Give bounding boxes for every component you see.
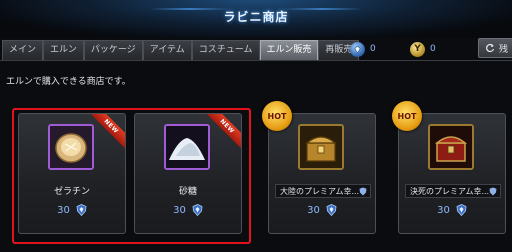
shop-item-card[interactable]: 決死のプレミアム幸... 30: [398, 113, 506, 234]
shop-tabs: メイン エルン パッケージ アイテム コスチューム エルン販売 再販売: [2, 40, 360, 60]
shop-description: エルンで購入できる商店です。: [6, 77, 131, 87]
currency-gold-value: 0: [430, 44, 436, 54]
item-price: 30: [399, 204, 505, 216]
window-title: ラビニ商店: [223, 10, 289, 24]
new-badge: NEW: [207, 114, 241, 148]
item-name: 決死のプレミアム幸...: [410, 186, 490, 196]
currency-gold: Y 0: [410, 40, 436, 58]
tab-item[interactable]: アイテム: [142, 40, 192, 60]
blue-gem-icon: [76, 204, 87, 216]
price-value: 30: [57, 204, 70, 216]
item-price: 30: [19, 204, 125, 216]
item-name-bar: 決死のプレミアム幸...: [405, 184, 501, 198]
shield-icon: [489, 187, 497, 196]
blue-gem-icon: [456, 204, 467, 216]
gold-treasure-chest-icon: [298, 124, 344, 170]
item-name: ゼラチン: [53, 187, 90, 197]
currency-blue: 0: [350, 40, 376, 58]
shop-item-card[interactable]: 大陸のプレミアム幸... 30: [268, 113, 376, 234]
hot-badge: HOT: [262, 101, 292, 131]
blue-gem-icon: [350, 41, 365, 57]
refresh-label: 残: [499, 44, 509, 55]
tab-main[interactable]: メイン: [2, 40, 44, 60]
tab-ern-sale[interactable]: エルン販売: [259, 40, 319, 60]
sugar-pile-icon: [164, 124, 210, 170]
title-ornament-right: [282, 8, 362, 10]
shop-item-card[interactable]: NEW 砂糖 30: [134, 113, 242, 234]
currency-blue-value: 0: [370, 44, 376, 54]
hot-badge: HOT: [392, 101, 422, 131]
tab-package[interactable]: パッケージ: [83, 40, 143, 60]
price-value: 30: [437, 204, 450, 216]
item-name: 砂糖: [178, 187, 197, 197]
item-price: 30: [269, 204, 375, 216]
shield-icon: [359, 187, 367, 196]
price-value: 30: [307, 204, 320, 216]
refresh-button[interactable]: 残: [478, 38, 512, 58]
gelatin-plate-icon: [48, 124, 94, 170]
new-badge: NEW: [91, 114, 125, 148]
price-value: 30: [173, 204, 186, 216]
blue-gem-icon: [192, 204, 203, 216]
refresh-icon: [486, 43, 495, 53]
item-name-bar: 大陸のプレミアム幸...: [275, 184, 371, 198]
title-bar: ラビニ商店: [0, 0, 512, 38]
item-price: 30: [135, 204, 241, 216]
gold-coin-icon: Y: [410, 41, 425, 57]
tab-ern[interactable]: エルン: [43, 40, 84, 60]
tab-costume[interactable]: コスチューム: [191, 40, 260, 60]
shop-item-card[interactable]: NEW ゼラチン 30: [18, 113, 126, 234]
item-name: 大陸のプレミアム幸...: [280, 186, 360, 196]
tab-divider: [0, 60, 512, 61]
blue-gem-icon: [326, 204, 337, 216]
red-treasure-chest-icon: [428, 124, 474, 170]
